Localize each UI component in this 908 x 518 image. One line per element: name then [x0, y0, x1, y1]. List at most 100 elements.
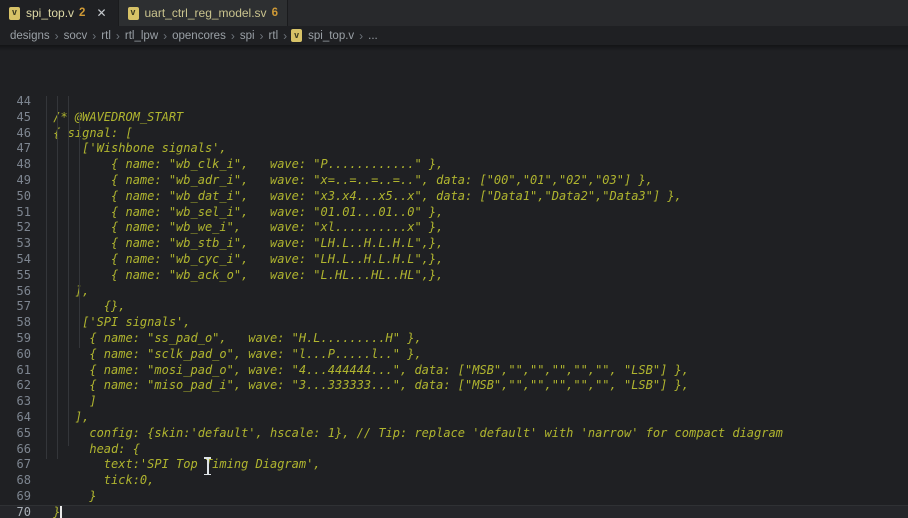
code-line[interactable]: 58 ['SPI signals', — [0, 315, 908, 331]
vscode-window: v spi_top.v 2 ✕ v uart_ctrl_reg_model.sv… — [0, 0, 908, 518]
breadcrumb-item-designs[interactable]: designs — [10, 30, 50, 42]
code-line[interactable]: 65 config: {skin:'default', hscale: 1}, … — [0, 426, 908, 442]
code-text: { name: "wb_we_i", wave: "xl..........x"… — [46, 220, 443, 236]
line-number[interactable]: 51 — [0, 205, 31, 221]
line-number[interactable]: 50 — [0, 189, 31, 205]
breadcrumb-item-rtl[interactable]: rtl — [269, 30, 279, 42]
code-line[interactable]: 55 { name: "wb_ack_o", wave: "L.HL...HL.… — [0, 268, 908, 284]
tab-spi-top[interactable]: v spi_top.v 2 ✕ — [0, 0, 119, 26]
breadcrumb-item-opencores[interactable]: opencores — [172, 30, 226, 42]
line-number[interactable]: 68 — [0, 473, 31, 489]
chevron-right-icon: › — [92, 29, 96, 43]
tab-problems-badge: 2 — [79, 7, 85, 19]
code-text: { name: "mosi_pad_o", wave: "4...444444.… — [46, 363, 689, 379]
code-line[interactable]: 68 tick:0, — [0, 473, 908, 489]
line-number[interactable]: 45 — [0, 110, 31, 126]
code-text: { name: "sclk_pad_o", wave: "l...P.....l… — [46, 347, 422, 363]
code-line[interactable]: 70 } — [0, 505, 908, 518]
line-number[interactable]: 67 — [0, 457, 31, 473]
line-number[interactable]: 48 — [0, 157, 31, 173]
code-line[interactable]: 53 { name: "wb_stb_i", wave: "LH.L..H.L.… — [0, 236, 908, 252]
chevron-right-icon: › — [116, 29, 120, 43]
breadcrumb-item-spi[interactable]: spi — [240, 30, 255, 42]
code-line[interactable]: 52 { name: "wb_we_i", wave: "xl.........… — [0, 220, 908, 236]
code-text: { signal: [ — [46, 126, 133, 142]
code-line[interactable]: 49 { name: "wb_adr_i", wave: "x=..=..=..… — [0, 173, 908, 189]
code-line[interactable]: 67 text:'SPI Top Timing Diagram', — [0, 457, 908, 473]
close-icon[interactable]: ✕ — [94, 6, 108, 20]
line-number[interactable]: 62 — [0, 378, 31, 394]
line-number[interactable]: 46 — [0, 126, 31, 142]
line-number[interactable]: 58 — [0, 315, 31, 331]
line-number[interactable]: 53 — [0, 236, 31, 252]
code-line[interactable]: 66 head: { — [0, 442, 908, 458]
line-number[interactable]: 44 — [0, 94, 31, 110]
code-line[interactable]: 63 ] — [0, 394, 908, 410]
code-line[interactable]: 46 { signal: [ — [0, 126, 908, 142]
code-line[interactable]: 56 ], — [0, 284, 908, 300]
verilog-file-icon: v — [9, 7, 20, 20]
chevron-right-icon: › — [163, 29, 167, 43]
line-number[interactable]: 69 — [0, 489, 31, 505]
line-number[interactable]: 65 — [0, 426, 31, 442]
tab-problems-badge: 6 — [272, 7, 278, 19]
line-number[interactable]: 55 — [0, 268, 31, 284]
code-line[interactable]: 57 {}, — [0, 299, 908, 315]
chevron-right-icon: › — [231, 29, 235, 43]
code-text: { name: "wb_stb_i", wave: "LH.L..H.L.H.L… — [46, 236, 443, 252]
chevron-right-icon: › — [283, 29, 287, 43]
code-text: } — [46, 489, 97, 505]
line-number[interactable]: 59 — [0, 331, 31, 347]
line-number[interactable]: 64 — [0, 410, 31, 426]
code-line[interactable]: 45 /* @WAVEDROM_START — [0, 110, 908, 126]
code-line[interactable]: 44 — [0, 94, 908, 110]
line-number[interactable]: 56 — [0, 284, 31, 300]
code-editor[interactable]: 4445 /* @WAVEDROM_START46 { signal: [47 … — [0, 45, 908, 518]
code-text: { name: "wb_adr_i", wave: "x=..=..=..=..… — [46, 173, 653, 189]
code-line[interactable]: 54 { name: "wb_cyc_i", wave: "LH.L..H.L.… — [0, 252, 908, 268]
line-number[interactable]: 57 — [0, 299, 31, 315]
code-text: { name: "ss_pad_o", wave: "H.L.........H… — [46, 331, 422, 347]
code-line[interactable]: 48 { name: "wb_clk_i", wave: "P.........… — [0, 157, 908, 173]
breadcrumb-item-socv[interactable]: socv — [64, 30, 88, 42]
line-number[interactable]: 63 — [0, 394, 31, 410]
code-text: ] — [46, 394, 97, 410]
line-number[interactable]: 61 — [0, 363, 31, 379]
code-line[interactable]: 47 ['Wishbone signals', — [0, 141, 908, 157]
tab-uart-ctrl-reg-model[interactable]: v uart_ctrl_reg_model.sv 6 — [119, 0, 288, 26]
line-number[interactable]: 47 — [0, 141, 31, 157]
code-text: { name: "miso_pad_i", wave: "3...333333.… — [46, 378, 689, 394]
code-line[interactable]: 50 { name: "wb_dat_i", wave: "x3.x4...x5… — [0, 189, 908, 205]
code-line[interactable]: 69 } — [0, 489, 908, 505]
verilog-file-icon: v — [291, 29, 302, 42]
line-number[interactable]: 60 — [0, 347, 31, 363]
code-text: { name: "wb_dat_i", wave: "x3.x4...x5..x… — [46, 189, 682, 205]
code-line[interactable]: 62 { name: "miso_pad_i", wave: "3...3333… — [0, 378, 908, 394]
code-line[interactable]: 61 { name: "mosi_pad_o", wave: "4...4444… — [0, 363, 908, 379]
code-text: config: {skin:'default', hscale: 1}, // … — [46, 426, 783, 442]
code-text: head: { — [46, 442, 140, 458]
code-text: { name: "wb_clk_i", wave: "P............… — [46, 157, 443, 173]
line-number[interactable]: 49 — [0, 173, 31, 189]
chevron-right-icon: › — [55, 29, 59, 43]
line-number[interactable]: 52 — [0, 220, 31, 236]
code-lines: 4445 /* @WAVEDROM_START46 { signal: [47 … — [0, 94, 908, 518]
code-line[interactable]: 59 { name: "ss_pad_o", wave: "H.L.......… — [0, 331, 908, 347]
indent-guide — [79, 112, 80, 348]
tab-label: spi_top.v — [26, 6, 74, 20]
breadcrumb-item-rtl_lpw[interactable]: rtl_lpw — [125, 30, 158, 42]
systemverilog-file-icon: v — [128, 7, 139, 20]
line-number[interactable]: 54 — [0, 252, 31, 268]
breadcrumb-item-rtl[interactable]: rtl — [101, 30, 111, 42]
breadcrumb-item-file[interactable]: spi_top.v — [308, 30, 354, 42]
code-line[interactable]: 51 { name: "wb_sel_i", wave: "01.01...01… — [0, 205, 908, 221]
line-number[interactable]: 66 — [0, 442, 31, 458]
chevron-right-icon: › — [260, 29, 264, 43]
code-text: } — [46, 505, 62, 518]
code-line[interactable]: 60 { name: "sclk_pad_o", wave: "l...P...… — [0, 347, 908, 363]
code-line[interactable]: 64 ], — [0, 410, 908, 426]
line-number[interactable]: 70 — [0, 505, 31, 518]
breadcrumb-item-more[interactable]: ... — [368, 30, 378, 42]
code-text: { name: "wb_sel_i", wave: "01.01...01..0… — [46, 205, 443, 221]
code-text: /* @WAVEDROM_START — [46, 110, 183, 126]
